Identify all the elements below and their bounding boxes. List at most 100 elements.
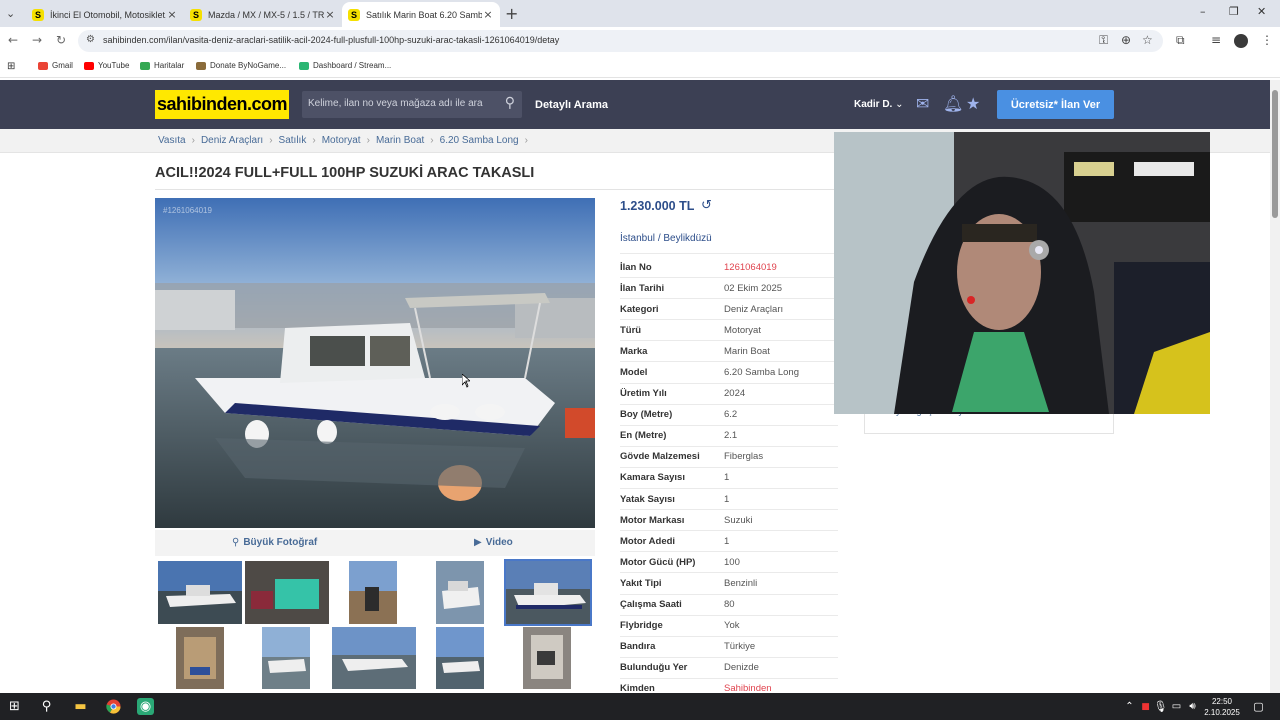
- extensions-icon[interactable]: ⧉: [1176, 33, 1185, 48]
- detail-label: Kamara Sayısı: [620, 472, 685, 484]
- detail-row: Kategori Deniz Araçları: [620, 299, 838, 321]
- detail-value[interactable]: 1261064019: [724, 262, 777, 273]
- site-info-icon[interactable]: ⚙: [86, 34, 95, 45]
- photo-thumbnail[interactable]: [176, 627, 224, 689]
- detail-row: İlan Tarihi 02 Ekim 2025: [620, 278, 838, 300]
- main-photo[interactable]: #1261064019: [155, 198, 595, 528]
- detail-value: 1: [724, 472, 730, 484]
- big-photo-button[interactable]: ⚲ Büyük Fotoğraf: [232, 537, 317, 548]
- breadcrumb-item[interactable]: Marin Boat: [376, 135, 424, 146]
- photo-thumbnail-selected[interactable]: [504, 559, 592, 626]
- close-tab-icon[interactable]: ×: [324, 8, 336, 21]
- detail-label: Türü: [620, 324, 642, 336]
- detail-label: Yakıt Tipi: [620, 577, 662, 589]
- volume-icon[interactable]: 🔊︎: [1184, 698, 1201, 715]
- clock-time: 22:50: [1211, 697, 1233, 706]
- post-ad-button[interactable]: Ücretsiz* İlan Ver: [997, 90, 1114, 119]
- site-logo[interactable]: sahibinden.com: [155, 90, 289, 119]
- photo-thumbnail[interactable]: [436, 561, 484, 624]
- minimize-icon[interactable]: –: [1200, 5, 1206, 18]
- tab-title: Mazda / MX / MX-5 / 1.5 / TR d: [208, 9, 324, 20]
- browser-tab[interactable]: S Mazda / MX / MX-5 / 1.5 / TR d ×: [184, 2, 342, 27]
- listing-location[interactable]: İstanbul / Beylikdüzü: [620, 233, 712, 244]
- favorites-star-icon[interactable]: ★: [966, 94, 980, 113]
- obs-app-icon[interactable]: ◉: [137, 698, 154, 715]
- advanced-search-link[interactable]: Detaylı Arama: [535, 99, 608, 111]
- photo-thumbnail[interactable]: [349, 561, 397, 624]
- video-button[interactable]: ▶ Video: [474, 537, 513, 548]
- breadcrumb-item[interactable]: Vasıta: [158, 135, 186, 146]
- detail-value: Motoryat: [724, 324, 761, 336]
- breadcrumb-item[interactable]: Satılık: [279, 135, 307, 146]
- file-explorer-icon[interactable]: ▬: [72, 698, 89, 715]
- tray-chevron-icon[interactable]: ⌃: [1121, 698, 1138, 715]
- password-key-icon[interactable]: ⚿: [1099, 33, 1108, 48]
- browser-tab-active[interactable]: S Satılık Marin Boat 6.20 Samba L ×: [342, 2, 500, 27]
- photo-thumbnail[interactable]: [262, 627, 310, 689]
- photo-thumbnail[interactable]: [332, 627, 416, 689]
- detail-label: İlan No: [620, 261, 652, 273]
- new-tab-icon[interactable]: +: [505, 4, 518, 23]
- detail-row: Model 6.20 Samba Long: [620, 362, 838, 384]
- bookmark-maps[interactable]: Haritalar: [140, 61, 184, 70]
- detail-value: Fiberglas: [724, 451, 764, 463]
- webcam-overlay: [834, 132, 1210, 414]
- scrollbar-thumb[interactable]: [1272, 90, 1278, 218]
- notification-bell-icon[interactable]: 🔔︎: [943, 94, 963, 113]
- bookmark-dashboard[interactable]: Dashboard / Stream...: [299, 61, 391, 70]
- zoom-icon[interactable]: ⊕: [1121, 33, 1131, 47]
- windows-start-icon[interactable]: ⊞: [6, 698, 23, 715]
- apps-grid-icon[interactable]: ⊞: [7, 61, 15, 72]
- mail-icon[interactable]: ✉: [916, 94, 929, 113]
- breadcrumb-item[interactable]: 6.20 Samba Long: [440, 135, 519, 146]
- bookmark-gmail[interactable]: Gmail: [38, 61, 73, 70]
- taskbar-search-icon[interactable]: ⚲: [38, 698, 55, 715]
- detail-label: Marka: [620, 345, 648, 357]
- breadcrumb-item[interactable]: Deniz Araçları: [201, 135, 263, 146]
- sahibinden-favicon-icon: S: [348, 8, 360, 21]
- detail-value: 02 Ekim 2025: [724, 282, 783, 294]
- address-bar[interactable]: ⚙ sahibinden.com/ilan/vasita-deniz-aracl…: [78, 30, 1163, 52]
- detail-row: Yakıt Tipi Benzinli: [620, 573, 838, 595]
- breadcrumb-item[interactable]: Motoryat: [322, 135, 361, 146]
- close-tab-icon[interactable]: ×: [166, 8, 178, 21]
- photo-thumbnail[interactable]: [158, 561, 242, 624]
- tab-groups-icon[interactable]: ≡: [1211, 33, 1221, 47]
- browser-tab[interactable]: S İkinci El Otomobil, Motosiklet, M ×: [26, 2, 184, 27]
- detail-value: 2024: [724, 388, 746, 400]
- detail-value: 6.2: [724, 409, 738, 421]
- microphone-icon[interactable]: 🎙︎: [1152, 698, 1169, 715]
- back-icon[interactable]: ←: [8, 33, 18, 47]
- browser-tabstrip: ⌄ S İkinci El Otomobil, Motosiklet, M × …: [0, 0, 1280, 27]
- gmail-icon: [38, 61, 48, 70]
- network-icon[interactable]: ▭: [1168, 698, 1185, 715]
- divider: [155, 189, 835, 190]
- photo-thumbnail[interactable]: [523, 627, 571, 689]
- youtube-icon: [84, 61, 94, 70]
- photo-thumbnail[interactable]: [245, 561, 329, 624]
- bookmark-star-icon[interactable]: ☆: [1142, 33, 1153, 47]
- bookmark-donate[interactable]: Donate ByNoGame...: [196, 61, 286, 70]
- page-scrollbar[interactable]: [1270, 80, 1280, 693]
- listing-title: ACIL!!2024 FULL+FULL 100HP SUZUKİ ARAC T…: [155, 165, 535, 181]
- close-window-icon[interactable]: ✕: [1257, 5, 1266, 18]
- notifications-icon[interactable]: ▢: [1250, 698, 1267, 715]
- system-clock[interactable]: 22:50 2.10.2025: [1202, 696, 1242, 718]
- tab-title: Satılık Marin Boat 6.20 Samba L: [366, 9, 482, 20]
- search-icon[interactable]: ⚲: [505, 95, 515, 111]
- detail-label: Gövde Malzemesi: [620, 451, 700, 463]
- search-input[interactable]: Kelime, ilan no veya mağaza adı ile ara …: [302, 91, 522, 118]
- profile-avatar[interactable]: [1234, 34, 1248, 48]
- user-menu[interactable]: Kadir D. ⌄: [854, 99, 904, 110]
- play-circle-icon: ▶: [474, 537, 482, 548]
- price-history-icon[interactable]: ↺: [701, 198, 712, 213]
- forward-icon[interactable]: →: [32, 33, 42, 47]
- menu-dots-icon[interactable]: ⋮: [1261, 33, 1273, 47]
- reload-icon[interactable]: ↻: [56, 33, 66, 47]
- restore-icon[interactable]: ❐: [1229, 5, 1239, 18]
- bookmark-youtube[interactable]: YouTube: [84, 61, 129, 70]
- tab-search-icon[interactable]: ⌄: [6, 7, 15, 20]
- close-tab-icon[interactable]: ×: [482, 8, 494, 21]
- chrome-icon[interactable]: [105, 698, 122, 715]
- photo-thumbnail[interactable]: [436, 627, 484, 689]
